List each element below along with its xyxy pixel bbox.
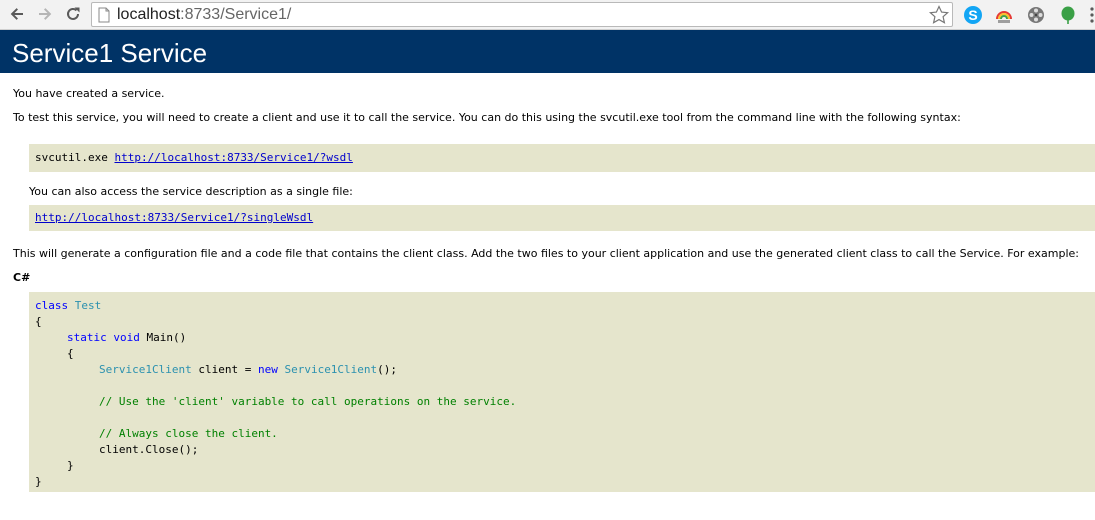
- url-text: localhost:8733/Service1/: [117, 6, 291, 24]
- code-line: }: [67, 459, 74, 472]
- film-extension-button[interactable]: [1025, 4, 1047, 26]
- svcutil-command-block: svcutil.exe http://localhost:8733/Servic…: [29, 144, 1095, 172]
- back-button[interactable]: [6, 3, 28, 25]
- wsdl-link[interactable]: http://localhost:8733/Service1/?wsdl: [114, 151, 352, 164]
- code-line: static void Main(): [67, 330, 186, 346]
- rainbow-extension-button[interactable]: [993, 4, 1015, 26]
- instructions-text: To test this service, you will need to c…: [13, 111, 961, 124]
- single-wsdl-block: http://localhost:8733/Service1/?singleWs…: [29, 205, 1095, 231]
- code-type: Service1Client: [99, 363, 192, 376]
- code-text: ();: [377, 363, 398, 376]
- intro-text: You have created a service.: [13, 87, 165, 100]
- leaf-extension-button[interactable]: [1057, 4, 1079, 26]
- code-comment: // Use the 'client' variable to call ope…: [99, 395, 517, 408]
- reload-icon: [67, 7, 80, 20]
- svg-text:S: S: [968, 7, 977, 23]
- code-text: client =: [191, 363, 258, 376]
- code-line: Service1Client client = new Service1Clie…: [99, 362, 397, 378]
- leaf-icon: [1061, 6, 1075, 24]
- browser-menu-button[interactable]: [1081, 4, 1095, 26]
- code-line: }: [35, 475, 42, 488]
- film-reel-icon: [1028, 7, 1044, 23]
- reload-button[interactable]: [62, 3, 84, 25]
- page-icon: [98, 7, 110, 23]
- url-host: localhost: [117, 6, 181, 23]
- skype-extension-button[interactable]: S: [962, 4, 984, 26]
- single-wsdl-link[interactable]: http://localhost:8733/Service1/?singleWs…: [35, 211, 313, 224]
- code-keyword: class: [35, 299, 69, 312]
- code-line: client.Close();: [99, 443, 199, 456]
- code-text: Main(): [139, 331, 187, 344]
- bookmark-star-icon[interactable]: [928, 4, 950, 26]
- code-line: class Test: [35, 298, 101, 314]
- code-line: {: [67, 347, 74, 360]
- url-path: :8733/Service1/: [180, 6, 292, 23]
- code-line: {: [35, 315, 42, 328]
- page-header: Service1 Service: [0, 30, 1095, 73]
- page-title: Service1 Service: [12, 38, 208, 68]
- code-keyword: static void: [67, 331, 140, 344]
- single-file-text: You can also access the service descript…: [29, 185, 353, 198]
- browser-toolbar: localhost:8733/Service1/ S: [0, 0, 1095, 30]
- skype-icon: S: [964, 6, 982, 24]
- code-type: Service1Client: [284, 363, 378, 376]
- back-arrow-icon: [10, 8, 23, 20]
- code-comment: // Always close the client.: [99, 427, 278, 440]
- vertical-dots-icon: [1090, 7, 1094, 23]
- svcutil-command: svcutil.exe: [35, 151, 115, 164]
- generate-text: This will generate a configuration file …: [13, 247, 1079, 260]
- code-keyword: new: [257, 363, 278, 376]
- code-type: Test: [74, 299, 102, 312]
- code-example-block: class Test { static void Main() { Servic…: [29, 292, 1095, 492]
- address-bar[interactable]: localhost:8733/Service1/: [91, 2, 953, 27]
- rainbow-icon: [996, 11, 1012, 23]
- forward-button[interactable]: [34, 3, 56, 25]
- language-label: C#: [13, 271, 31, 284]
- forward-arrow-icon: [39, 8, 52, 20]
